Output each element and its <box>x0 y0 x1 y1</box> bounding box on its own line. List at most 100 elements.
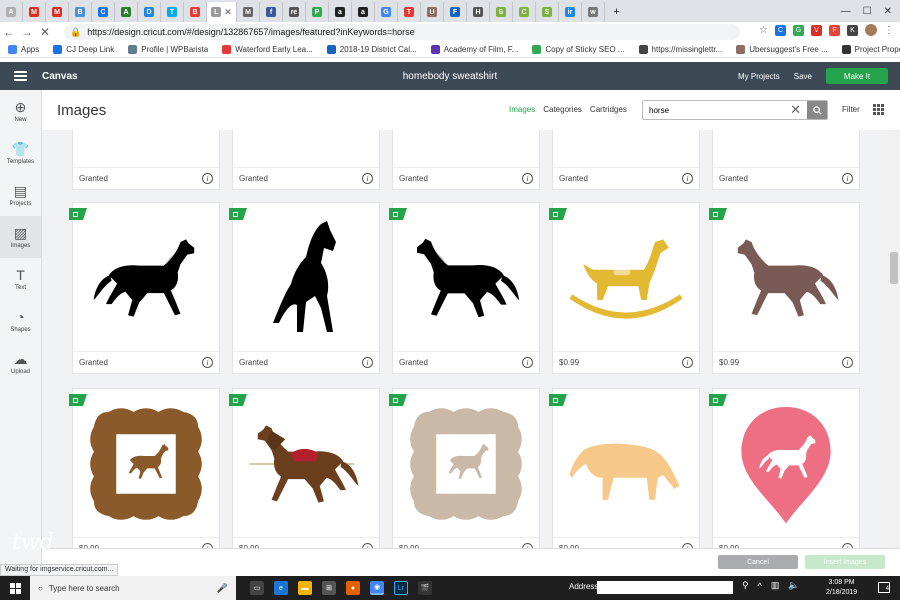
image-thumbnail[interactable] <box>393 389 539 539</box>
address-bar[interactable]: 🔒 https://design.cricut.com/#/design/132… <box>64 24 740 40</box>
microphone-icon[interactable]: 🎤 <box>217 583 228 594</box>
minimize-icon[interactable]: — <box>841 6 851 17</box>
browser-tab[interactable]: B <box>184 2 207 22</box>
close-icon[interactable]: ✕ <box>884 6 892 17</box>
image-card[interactable]: Granted i <box>72 130 220 190</box>
people-icon[interactable]: ⚲ <box>742 580 749 591</box>
firefox-icon[interactable]: ● <box>346 581 360 595</box>
sidebar-item-projects[interactable]: ▤ Projects <box>0 174 41 216</box>
image-card[interactable]: Granted i <box>389 202 540 374</box>
info-icon[interactable]: i <box>522 173 533 184</box>
info-icon[interactable]: i <box>202 173 213 184</box>
taskbar-clock[interactable]: 3:08 PM 2/18/2019 <box>826 578 857 598</box>
my-projects-link[interactable]: My Projects <box>738 72 780 81</box>
sidebar-item-text[interactable]: T Text <box>0 258 41 300</box>
browser-tab[interactable]: M <box>237 2 260 22</box>
browser-tab[interactable]: C <box>513 2 536 22</box>
scrollbar-thumb[interactable] <box>890 252 898 284</box>
chrome-icon[interactable]: ◉ <box>370 581 384 595</box>
edge-icon[interactable]: e <box>274 581 288 595</box>
file-explorer-icon[interactable]: ▬ <box>298 581 312 595</box>
bookmark-item[interactable]: Project Proposals <box>841 45 900 54</box>
extension-icon[interactable]: V <box>811 24 822 36</box>
browser-tab[interactable]: M <box>23 2 46 22</box>
image-card[interactable]: $0.99i <box>549 202 700 374</box>
filter-button[interactable]: Filter <box>842 105 860 114</box>
bookmark-item[interactable]: Ubersuggest's Free ... <box>736 45 828 54</box>
browser-tab[interactable]: A <box>115 2 138 22</box>
image-thumbnail[interactable] <box>713 389 859 539</box>
bookmark-item[interactable]: Apps <box>8 45 39 54</box>
save-link[interactable]: Save <box>794 72 812 81</box>
info-icon[interactable]: i <box>362 173 373 184</box>
browser-tab[interactable]: L ✕ <box>207 2 237 22</box>
browser-tab[interactable]: M <box>46 2 69 22</box>
bookmark-star-icon[interactable]: ☆ <box>759 25 768 36</box>
image-thumbnail[interactable] <box>233 389 379 539</box>
bookmark-item[interactable]: Profile | WPBarista <box>128 45 208 54</box>
sidebar-item-templates[interactable]: 👕 Templates <box>0 132 41 174</box>
image-card[interactable]: $0.99i <box>709 388 860 548</box>
notification-center-icon[interactable]: 4 <box>878 582 890 593</box>
tab-images[interactable]: Images <box>509 105 535 114</box>
make-it-button[interactable]: Make It <box>826 68 888 84</box>
image-thumbnail[interactable] <box>393 130 539 169</box>
address-toolbar-input[interactable] <box>597 581 733 594</box>
browser-tab[interactable]: f <box>260 2 283 22</box>
browser-tab[interactable]: a <box>329 2 352 22</box>
sidebar-item-images[interactable]: ▨ Images <box>0 216 41 258</box>
image-card[interactable]: Granted i <box>712 130 860 190</box>
sidebar-item-upload[interactable]: ☁ Upload <box>0 342 41 384</box>
extension-icon[interactable]: C <box>775 24 786 36</box>
menu-dots-icon[interactable]: ⋮ <box>884 25 894 36</box>
results-scrollbar[interactable] <box>888 130 900 548</box>
browser-tab[interactable]: T <box>161 2 184 22</box>
network-icon[interactable]: ▥ <box>771 580 780 591</box>
info-icon[interactable]: i <box>842 357 853 368</box>
image-card[interactable]: $0.99i <box>549 388 700 548</box>
extension-icon[interactable]: K <box>847 24 858 36</box>
stop-loading-icon[interactable]: ✕ <box>36 25 54 39</box>
image-card[interactable]: $0.99i <box>389 388 540 548</box>
image-thumbnail[interactable] <box>393 203 539 353</box>
browser-tab[interactable]: U <box>421 2 444 22</box>
image-thumbnail[interactable] <box>553 130 699 169</box>
browser-tab[interactable]: C <box>92 2 115 22</box>
info-icon[interactable]: i <box>682 173 693 184</box>
hamburger-menu-icon[interactable] <box>0 71 28 81</box>
image-thumbnail[interactable] <box>713 203 859 353</box>
browser-tab[interactable]: re <box>283 2 306 22</box>
taskbar-search[interactable]: ○ Type here to search 🎤 <box>30 576 236 600</box>
info-icon[interactable]: i <box>202 357 213 368</box>
sidebar-item-shapes[interactable]: ◔ Shapes <box>0 300 41 342</box>
browser-tab[interactable]: F <box>444 2 467 22</box>
image-thumbnail[interactable] <box>73 203 219 353</box>
browser-tab[interactable]: a <box>352 2 375 22</box>
lightroom-icon[interactable]: Lr <box>394 581 408 595</box>
task-view-icon[interactable]: ▭ <box>250 581 264 595</box>
browser-tab[interactable]: B <box>69 2 92 22</box>
start-button[interactable] <box>0 582 30 594</box>
browser-tab[interactable]: P <box>306 2 329 22</box>
image-card[interactable]: Granted i <box>552 130 700 190</box>
browser-tab[interactable]: H <box>467 2 490 22</box>
bookmark-item[interactable]: CJ Deep Link <box>53 45 114 54</box>
bookmark-item[interactable]: https://missinglettr... <box>638 45 722 54</box>
extension-icon[interactable]: F <box>829 24 840 36</box>
image-card[interactable]: Granted i <box>69 202 220 374</box>
image-thumbnail[interactable] <box>233 130 379 169</box>
browser-tab[interactable]: ir <box>559 2 582 22</box>
search-button[interactable] <box>807 101 827 119</box>
close-tab-icon[interactable]: ✕ <box>224 7 232 18</box>
cancel-button[interactable]: Cancel <box>718 555 798 569</box>
browser-tab[interactable]: S <box>536 2 559 22</box>
info-icon[interactable]: i <box>522 357 533 368</box>
image-card[interactable]: $0.99i <box>709 202 860 374</box>
image-thumbnail[interactable] <box>73 130 219 169</box>
image-card[interactable]: $0.99i <box>69 388 220 548</box>
browser-tab[interactable]: G <box>375 2 398 22</box>
volume-icon[interactable]: 🔈 <box>788 580 799 591</box>
tab-categories[interactable]: Categories <box>543 105 582 114</box>
extension-icon[interactable]: G <box>793 24 804 36</box>
clapper-icon[interactable]: 🎬 <box>418 581 432 595</box>
